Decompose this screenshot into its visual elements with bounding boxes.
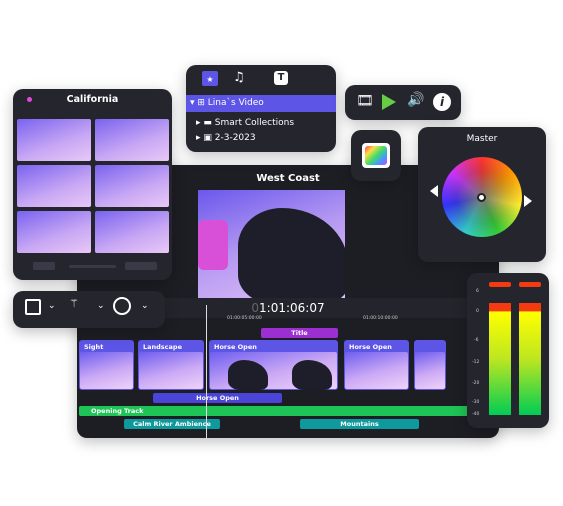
zoom-button[interactable]	[33, 262, 55, 270]
meter-label: 6	[476, 289, 479, 294]
final-cut-icon[interactable]	[362, 143, 390, 168]
thumbnail[interactable]	[17, 211, 91, 253]
clip-horse-open[interactable]: Horse Open	[209, 340, 338, 390]
library-title: California	[66, 94, 119, 105]
brightness-handle[interactable]	[524, 195, 532, 207]
title-clip[interactable]: Title	[261, 328, 338, 338]
connected-clip[interactable]: Horse Open	[153, 393, 282, 403]
ruler-tick[interactable]: 01:00:05:00:00	[227, 316, 262, 321]
browser-item-linas-video[interactable]: ▾ ⊞ Lina`s Video	[186, 95, 336, 112]
music-photo-icon[interactable]: ♫	[233, 70, 245, 85]
chevron-down-icon[interactable]: ⌄	[141, 301, 149, 311]
inspector-toolbar: 🎞 🔊 i	[345, 85, 461, 120]
tools-panel: ⌄ ⚚ ⌄ ⌄	[13, 291, 165, 328]
meter-label: 0	[476, 309, 479, 314]
volume-icon[interactable]: 🔊	[407, 92, 424, 108]
info-icon[interactable]: i	[433, 93, 451, 111]
chevron-down-icon[interactable]: ⌄	[48, 301, 56, 311]
film-icon[interactable]: 🎞	[356, 93, 374, 109]
meter-label: -12	[472, 360, 480, 365]
browser-item-event[interactable]: ▸ ▣ 2-3-2023	[196, 132, 256, 144]
clapper-star-icon[interactable]: ★	[202, 71, 218, 86]
meter-label: -40	[472, 412, 480, 417]
app-icon-panel	[351, 130, 401, 181]
meter-bar-right	[519, 303, 541, 415]
thumbnail[interactable]	[95, 211, 169, 253]
thumbnail[interactable]	[17, 165, 91, 207]
playhead[interactable]	[206, 305, 207, 438]
meter-bar-left	[489, 303, 511, 415]
thumbnail[interactable]	[95, 119, 169, 161]
clip-landscape[interactable]: Landscape	[138, 340, 204, 390]
ruler-tick[interactable]: 01:00:10:00:00	[363, 316, 398, 321]
zoom-slider[interactable]	[69, 265, 116, 268]
peak-indicator-right	[519, 282, 541, 287]
view-button[interactable]	[125, 262, 157, 270]
titles-icon[interactable]: T	[274, 71, 288, 85]
thumbnail[interactable]	[95, 165, 169, 207]
timecode-dim: 0	[251, 301, 260, 315]
audio-opening-track[interactable]: Opening Track	[79, 406, 469, 416]
clip-rider[interactable]	[414, 340, 446, 390]
audio-meter-panel: 6 0 -6 -12 -20 -30 -40	[467, 273, 549, 428]
audio-mountains[interactable]: Mountains	[300, 419, 419, 429]
color-wheel-panel: Master	[418, 127, 546, 262]
speed-icon[interactable]	[113, 297, 131, 315]
chevron-down-icon[interactable]: ⌄	[97, 301, 105, 311]
meter-label: -30	[472, 400, 480, 405]
magic-wand-icon[interactable]: ⚚	[69, 297, 79, 310]
thumbnail[interactable]	[17, 119, 91, 161]
transform-icon[interactable]	[25, 299, 41, 315]
peak-indicator-left	[489, 282, 511, 287]
color-puck[interactable]	[477, 193, 486, 202]
clip-sight[interactable]: Sight	[79, 340, 134, 390]
clip-horse-open-2[interactable]: Horse Open	[344, 340, 409, 390]
timecode-value: 1:01:06:07	[259, 301, 325, 315]
library-panel: California	[13, 89, 172, 280]
browser-item-smart-collections[interactable]: ▸ ▬ Smart Collections	[196, 117, 294, 129]
color-triangle-icon[interactable]	[382, 94, 396, 110]
viewer-image	[198, 190, 345, 298]
saturation-handle[interactable]	[430, 185, 438, 197]
meter-label: -20	[472, 381, 480, 386]
browser-panel: ★ ♫ T ▾ ⊞ Lina`s Video ▸ ▬ Smart Collect…	[186, 65, 336, 152]
color-title: Master	[466, 134, 498, 144]
meter-label: -6	[474, 338, 479, 343]
